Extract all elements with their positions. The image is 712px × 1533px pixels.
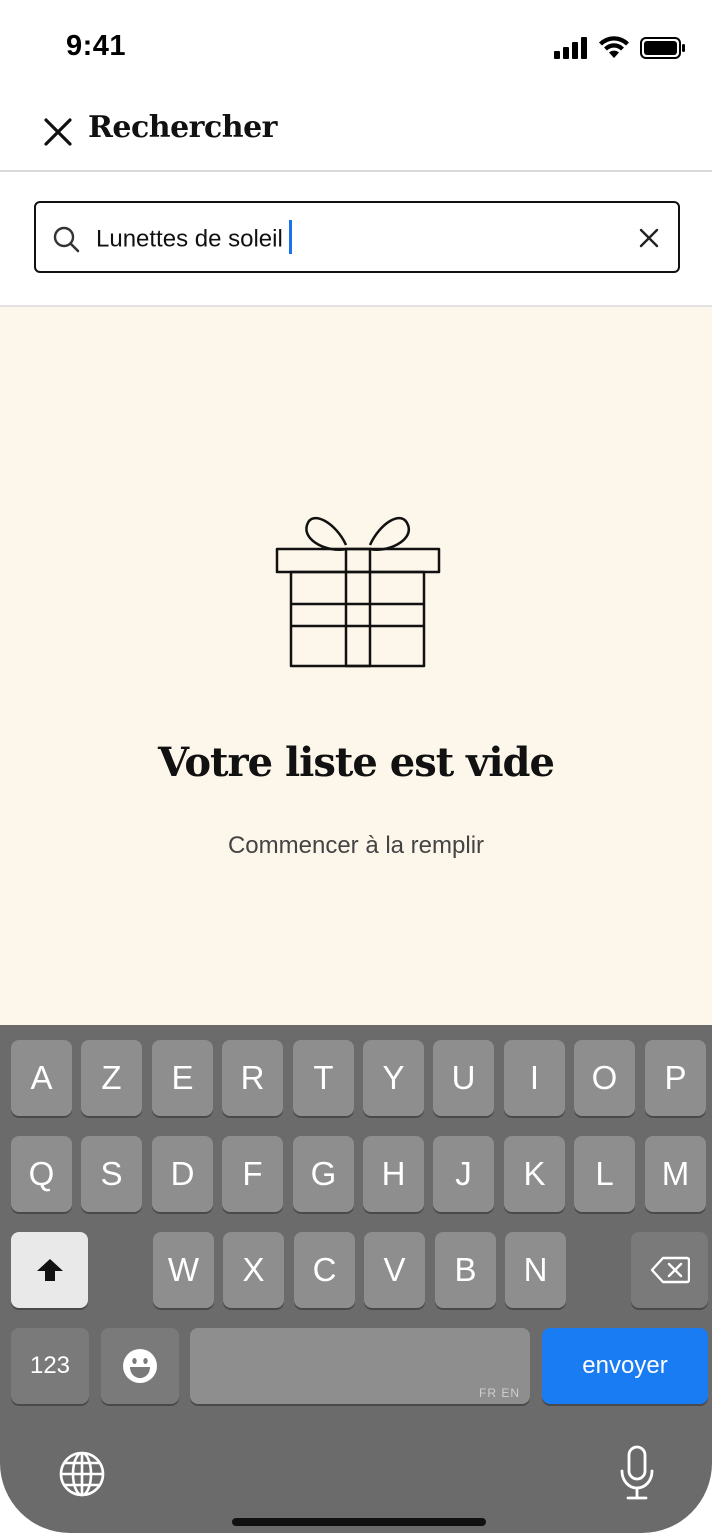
key-c[interactable]: C — [294, 1232, 355, 1308]
key-g[interactable]: G — [293, 1136, 354, 1212]
key-d[interactable]: D — [152, 1136, 213, 1212]
key-x[interactable]: X — [223, 1232, 284, 1308]
gift-icon — [275, 516, 441, 668]
key-s[interactable]: S — [81, 1136, 142, 1212]
microphone-icon[interactable] — [618, 1445, 656, 1501]
page-header: Rechercher — [0, 96, 712, 172]
key-a[interactable]: A — [11, 1040, 72, 1116]
key-k[interactable]: K — [504, 1136, 565, 1212]
home-indicator — [232, 1518, 486, 1526]
key-p[interactable]: P — [645, 1040, 706, 1116]
wifi-icon — [599, 36, 629, 58]
key-t[interactable]: T — [293, 1040, 354, 1116]
phone-screen: 9:41 Rechercher Lunettes de soleil Votre… — [0, 0, 712, 1533]
status-icons — [554, 36, 686, 60]
numbers-key[interactable]: 123 — [11, 1328, 89, 1404]
key-u[interactable]: U — [433, 1040, 494, 1116]
key-f[interactable]: F — [222, 1136, 283, 1212]
key-z[interactable]: Z — [81, 1040, 142, 1116]
key-i[interactable]: I — [504, 1040, 565, 1116]
key-l[interactable]: L — [574, 1136, 635, 1212]
key-w[interactable]: W — [153, 1232, 214, 1308]
search-icon — [53, 226, 80, 253]
empty-state-subtitle[interactable]: Commencer à la remplir — [0, 832, 712, 860]
key-o[interactable]: O — [574, 1040, 635, 1116]
close-icon[interactable] — [40, 114, 76, 150]
key-b[interactable]: B — [435, 1232, 496, 1308]
globe-icon[interactable] — [58, 1450, 106, 1498]
search-input[interactable]: Lunettes de soleil — [34, 201, 680, 273]
search-input-value: Lunettes de soleil — [96, 220, 292, 257]
key-r[interactable]: R — [222, 1040, 283, 1116]
space-key-language: FR EN — [479, 1386, 520, 1400]
emoji-icon — [123, 1349, 157, 1383]
keyboard: AZERTYUIOP QSDFGHJKLM WXCVBN 123 FR EN e… — [0, 1025, 712, 1533]
signal-icon — [554, 37, 587, 59]
text-caret — [288, 220, 292, 254]
key-n[interactable]: N — [505, 1232, 566, 1308]
key-h[interactable]: H — [363, 1136, 424, 1212]
shift-key[interactable] — [11, 1232, 88, 1308]
space-key[interactable]: FR EN — [190, 1328, 530, 1404]
key-j[interactable]: J — [433, 1136, 494, 1212]
backspace-key[interactable] — [631, 1232, 708, 1308]
empty-state: Votre liste est vide Commencer à la remp… — [0, 307, 712, 1025]
key-m[interactable]: M — [645, 1136, 706, 1212]
emoji-key[interactable] — [101, 1328, 179, 1404]
battery-icon — [640, 37, 685, 59]
key-q[interactable]: Q — [11, 1136, 72, 1212]
page-title: Rechercher — [88, 110, 277, 145]
empty-state-title: Votre liste est vide — [158, 739, 555, 786]
search-area: Lunettes de soleil — [0, 172, 712, 307]
send-key[interactable]: envoyer — [542, 1328, 708, 1404]
backspace-icon — [650, 1256, 690, 1284]
key-e[interactable]: E — [152, 1040, 213, 1116]
shift-arrow-icon — [36, 1259, 63, 1281]
status-time: 9:41 — [66, 30, 127, 62]
key-y[interactable]: Y — [363, 1040, 424, 1116]
clear-search-icon[interactable] — [636, 225, 662, 251]
key-v[interactable]: V — [364, 1232, 425, 1308]
status-bar: 9:41 — [0, 0, 712, 96]
